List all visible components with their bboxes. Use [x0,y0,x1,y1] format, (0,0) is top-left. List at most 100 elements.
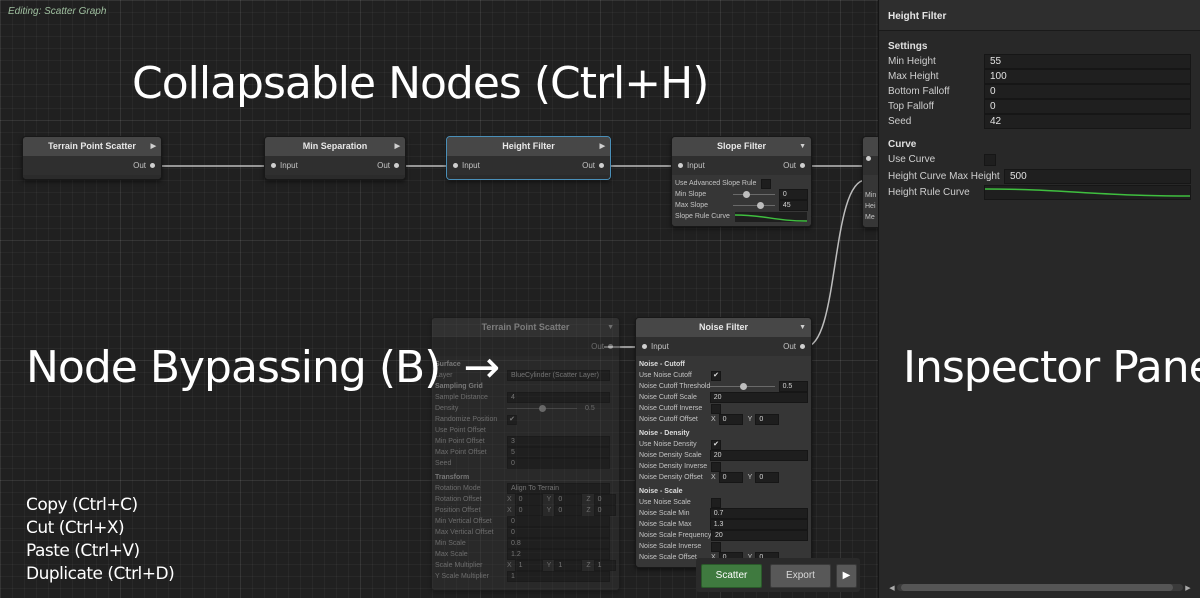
collapse-toggle-icon[interactable]: ▶ [600,137,605,156]
port-out-dot-icon[interactable] [394,163,399,168]
node-noise-filter[interactable]: Noise Filter ▼ Input Out Noise - Cutoff … [635,317,812,568]
min-height-field[interactable]: 55 [984,54,1191,69]
rotation-mode-dropdown[interactable]: Align To Terrain [507,483,610,494]
randomize-position-checkbox[interactable]: ✔ [507,414,517,425]
noise-density-inverse-checkbox[interactable] [711,461,721,472]
use-noise-cutoff-checkbox[interactable]: ✔ [711,370,721,381]
top-falloff-label: Top Falloff [888,101,934,112]
noise-scale-inverse-checkbox[interactable] [711,541,721,552]
scale-multiplier-z[interactable]: 1 [593,560,616,571]
position-offset-y[interactable]: 0 [554,505,583,516]
scatter-button[interactable]: Scatter [701,564,762,588]
min-vertical-offset-field[interactable]: 0 [507,516,610,527]
noise-cutoff-section: Noise - Cutoff [639,361,685,368]
min-slope-slider[interactable] [732,190,775,199]
node-header[interactable]: Terrain Point Scatter ▼ [432,318,619,337]
node-header[interactable]: Height Filter ▶ [447,137,610,156]
node-min-separation[interactable]: Min Separation ▶ Input Out [264,136,406,180]
port-in-dot-icon[interactable] [642,344,647,349]
max-point-offset-field[interactable]: 5 [507,447,610,458]
port-in-dot-icon[interactable] [453,163,458,168]
shortcut-paste: Paste (Ctrl+V) [26,541,140,561]
port-in-dot-icon[interactable] [866,156,871,161]
node-slope-filter[interactable]: Slope Filter ▼ Input Out Use Advanced Sl… [671,136,812,227]
noise-scale-frequency-field[interactable]: 20 [711,530,808,541]
expand-toggle-icon[interactable]: ▼ [799,137,806,156]
port-in-dot-icon[interactable] [271,163,276,168]
seed-field[interactable]: 42 [984,114,1191,129]
layer-field[interactable]: BlueCylinder (Scatter Layer) [507,370,610,381]
noise-density-offset-y[interactable]: 0 [755,472,780,483]
max-slope-slider[interactable] [732,201,775,210]
expand-toggle-icon[interactable]: ▼ [607,318,614,337]
use-noise-scale-checkbox[interactable] [711,497,721,508]
seed-field[interactable]: 0 [507,458,610,469]
height-rule-curve-field[interactable] [983,185,1191,200]
expand-toggle-icon[interactable]: ▼ [799,318,806,337]
max-vertical-offset-field[interactable]: 0 [507,527,610,538]
port-out-dot-icon[interactable] [150,163,155,168]
collapse-toggle-icon[interactable]: ▶ [395,137,400,156]
min-scale-field[interactable]: 0.8 [507,538,610,549]
max-slope-field[interactable]: 45 [778,200,808,211]
port-out-dot-icon[interactable] [599,163,604,168]
export-button[interactable]: Export [770,564,831,588]
noise-cutoff-threshold-slider[interactable] [710,382,775,391]
play-icon[interactable]: ▶ [836,564,857,588]
port-out-dot-icon[interactable] [800,344,805,349]
min-point-offset-field[interactable]: 3 [507,436,610,447]
port-in-dot-icon[interactable] [678,163,683,168]
bottom-falloff-field[interactable]: 0 [984,84,1191,99]
position-offset-z[interactable]: 0 [593,505,616,516]
node-terrain-point-scatter[interactable]: Terrain Point Scatter ▶ Out [22,136,162,180]
axis-z-label: Z [586,562,591,569]
top-falloff-field[interactable]: 0 [984,99,1191,114]
noise-cutoff-threshold-field[interactable]: 0.5 [778,381,808,392]
slope-rule-curve-field[interactable] [735,211,807,222]
rotation-offset-z[interactable]: 0 [593,494,616,505]
use-advanced-slope-label: Use Advanced Slope Rule [675,180,757,187]
node-header[interactable]: Slope Filter ▼ [672,137,811,156]
noise-density-scale-field[interactable]: 20 [709,450,808,461]
max-height-field[interactable]: 100 [984,69,1191,84]
noise-cutoff-scale-field[interactable]: 20 [709,392,808,403]
collapse-toggle-icon[interactable]: ▶ [151,137,156,156]
noise-scale-max-field[interactable]: 1.3 [709,519,808,530]
node-header[interactable]: Min Separation ▶ [265,137,405,156]
port-out-dot-icon[interactable] [800,163,805,168]
position-offset-x[interactable]: 0 [514,505,543,516]
use-advanced-slope-checkbox[interactable] [761,178,771,189]
scroll-right-icon[interactable]: ▶ [1183,584,1193,592]
sample-distance-field[interactable]: 4 [507,392,610,403]
node-header[interactable]: Noise Filter ▼ [636,318,811,337]
density-slider[interactable] [507,404,577,413]
noise-scale-min-field[interactable]: 0.7 [709,508,808,519]
rotation-offset-y[interactable]: 0 [554,494,583,505]
noise-density-offset-label: Noise Density Offset [639,474,703,481]
scrollbar-track[interactable] [897,584,1183,591]
horizontal-scrollbar[interactable]: ◀ ▶ [887,583,1193,592]
scale-multiplier-y[interactable]: 1 [554,560,583,571]
port-out-dot-icon[interactable] [608,344,613,349]
use-noise-density-checkbox[interactable]: ✔ [711,439,721,450]
noise-cutoff-offset-x[interactable]: 0 [718,414,743,425]
seed-label: Seed [888,116,912,127]
curve-max-height-field[interactable]: 500 [1004,169,1191,184]
node-height-filter[interactable]: Height Filter ▶ Input Out [446,136,611,180]
noise-cutoff-scale-label: Noise Cutoff Scale [639,394,697,401]
rotation-offset-label: Rotation Offset [435,496,482,503]
node-header[interactable]: Terrain Point Scatter ▶ [23,137,161,156]
noise-cutoff-offset-y[interactable]: 0 [755,414,780,425]
min-slope-label: Min Slope [675,191,707,198]
scale-multiplier-x[interactable]: 1 [514,560,543,571]
rotation-offset-x[interactable]: 0 [514,494,543,505]
noise-cutoff-inverse-checkbox[interactable] [711,403,721,414]
scrollbar-thumb[interactable] [901,584,1173,591]
max-scale-field[interactable]: 1.2 [507,549,610,560]
scroll-left-icon[interactable]: ◀ [887,584,897,592]
y-scale-multiplier-field[interactable]: 1 [507,571,610,582]
noise-density-offset-x[interactable]: 0 [718,472,743,483]
use-curve-checkbox[interactable] [984,153,996,166]
min-slope-field[interactable]: 0 [778,189,808,200]
port-in-label: Input [462,161,480,170]
